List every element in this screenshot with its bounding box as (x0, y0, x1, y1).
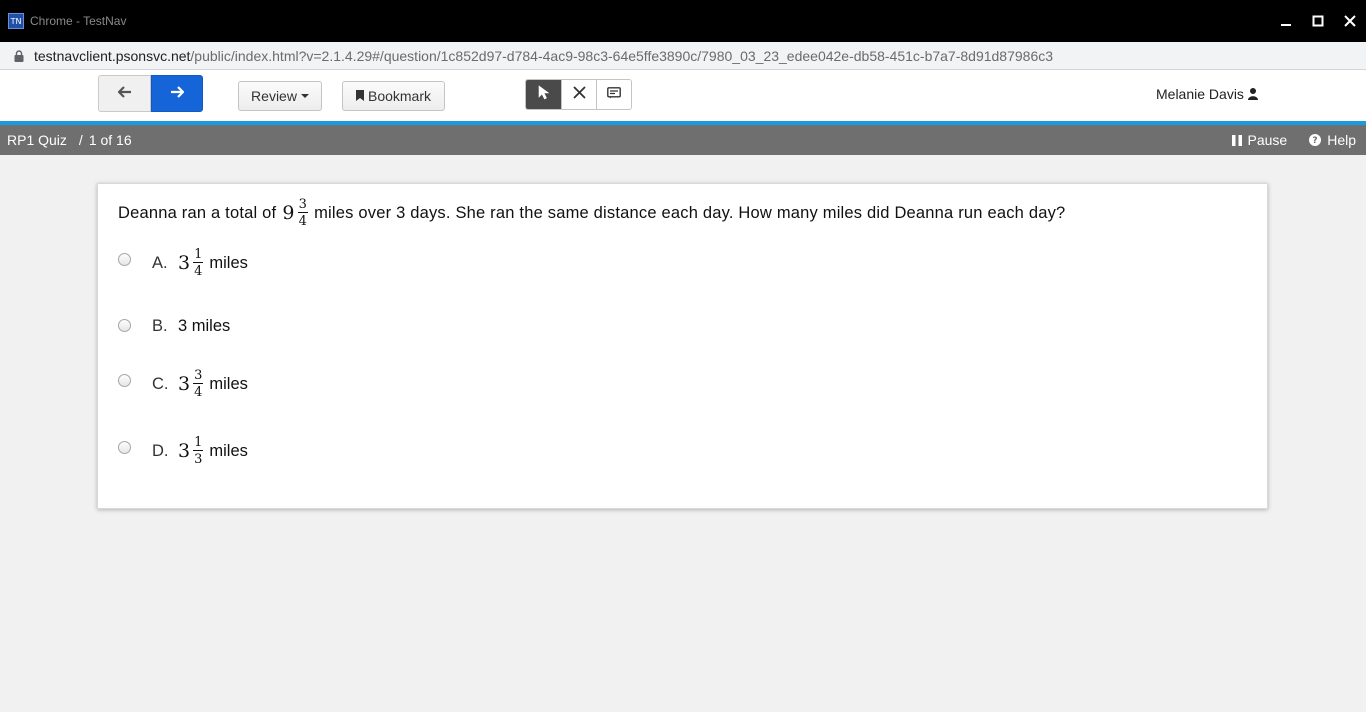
url-host: testnavclient.psonsvc.net (34, 47, 191, 64)
option-text: 3 3 4 miles (178, 369, 248, 399)
fraction-denominator: 4 (194, 264, 203, 279)
option-letter: D. (152, 441, 169, 460)
fraction-denominator: 4 (298, 214, 308, 229)
question-suffix: miles over 3 days. She ran the same dist… (314, 203, 1066, 222)
review-button[interactable]: Review (238, 81, 322, 111)
option-letter: C. (152, 374, 169, 393)
minimize-icon[interactable] (1270, 5, 1302, 37)
mixed-whole: 9 (282, 202, 295, 224)
help-icon: ? (1309, 134, 1322, 146)
eliminator-x-icon (572, 85, 586, 104)
fraction-denominator: 4 (194, 385, 203, 400)
answer-option-d[interactable]: D. 3 1 3 miles (118, 436, 248, 466)
answer-tools (525, 79, 632, 110)
test-toolbar: Review Bookmark Melanie Davis (0, 70, 1366, 121)
notepad-tool[interactable] (596, 80, 631, 109)
lock-icon (12, 49, 26, 63)
fraction-numerator: 3 (193, 368, 204, 384)
mixed-whole: 3 (178, 252, 191, 274)
mixed-whole: 3 (178, 373, 191, 395)
breadcrumb-separator: / (78, 132, 83, 148)
mixed-fraction: 1 3 (193, 435, 204, 467)
question-card: Deanna ran a total of 9 3 4 miles over 3… (97, 183, 1268, 509)
pause-button[interactable]: Pause (1231, 132, 1288, 148)
answer-option-c[interactable]: C. 3 3 4 miles (118, 369, 248, 399)
user-icon (1247, 88, 1258, 100)
fraction-numerator: 3 (297, 197, 309, 213)
mixed-whole: 3 (178, 440, 191, 462)
option-text: 3 miles (178, 317, 231, 335)
radio-option-b[interactable] (118, 319, 131, 332)
answer-option-b[interactable]: B. 3 miles (118, 317, 230, 336)
option-letter: B. (152, 317, 168, 335)
option-mixed-number: 3 1 4 (178, 247, 204, 279)
maximize-icon[interactable] (1302, 5, 1334, 37)
arrow-left-icon (116, 85, 132, 103)
arrow-right-icon (170, 85, 185, 103)
question-mixed-number: 9 3 4 (282, 197, 309, 229)
status-bar: RP1 Quiz / 1 of 16 Pause ? Help (0, 125, 1366, 155)
bookmark-button[interactable]: Bookmark (342, 81, 445, 111)
option-mixed-number: 3 1 3 (178, 435, 204, 467)
option-unit: miles (209, 374, 248, 393)
option-mixed-number: 3 3 4 (178, 368, 204, 400)
address-bar[interactable]: testnavclient.psonsvc.net/public/index.h… (0, 42, 1366, 70)
quiz-name: RP1 Quiz (7, 132, 67, 148)
mixed-fraction: 3 4 (297, 197, 309, 229)
window-title: Chrome - TestNav (30, 14, 127, 28)
caret-down-icon (300, 94, 309, 98)
question-prefix: Deanna ran a total of (118, 203, 277, 222)
answer-option-a[interactable]: A. 3 1 4 miles (118, 248, 248, 278)
window-titlebar: TN Chrome - TestNav (0, 0, 1366, 42)
user-menu[interactable]: Melanie Davis (1156, 86, 1258, 102)
bookmark-icon (355, 88, 364, 104)
question-stem: Deanna ran a total of 9 3 4 miles over 3… (118, 198, 1065, 228)
answer-eliminator-tool[interactable] (561, 80, 596, 109)
pause-label: Pause (1247, 132, 1288, 148)
option-letter: A. (152, 253, 168, 272)
fraction-numerator: 1 (193, 435, 204, 451)
fraction-numerator: 1 (193, 247, 204, 263)
bookmark-label: Bookmark (367, 88, 432, 104)
option-text: 3 1 3 miles (178, 436, 248, 466)
notepad-icon (607, 86, 621, 104)
user-name: Melanie Davis (1156, 86, 1244, 102)
radio-option-c[interactable] (118, 373, 131, 387)
pointer-icon (538, 84, 550, 105)
fraction-denominator: 3 (194, 452, 203, 467)
question-progress: 1 of 16 (88, 132, 132, 148)
help-label: Help (1327, 132, 1356, 148)
testnav-logo-icon: TN (8, 13, 24, 29)
next-button[interactable] (151, 75, 203, 112)
option-unit: miles (209, 441, 248, 460)
mixed-fraction: 1 4 (193, 247, 204, 279)
radio-option-a[interactable] (118, 252, 131, 266)
help-button[interactable]: ? Help (1309, 132, 1356, 148)
mixed-fraction: 3 4 (193, 368, 204, 400)
pointer-tool[interactable] (526, 80, 561, 109)
review-label: Review (251, 88, 297, 104)
svg-text:?: ? (1313, 136, 1318, 146)
radio-option-d[interactable] (118, 440, 131, 454)
window-controls (1270, 0, 1366, 42)
back-button[interactable] (98, 75, 151, 112)
close-icon[interactable] (1334, 5, 1366, 37)
status-actions: Pause ? Help (1210, 125, 1356, 155)
option-unit: miles (209, 253, 248, 272)
pause-icon (1231, 134, 1242, 146)
option-text: 3 1 4 miles (178, 248, 248, 278)
navigation-group (98, 75, 203, 112)
url-path: /public/index.html?v=2.1.4.29#/question/… (190, 47, 1054, 64)
